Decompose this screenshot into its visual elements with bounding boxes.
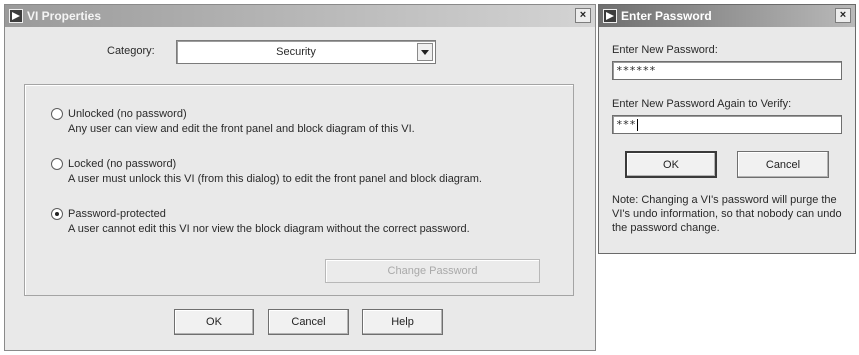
password-note: Note: Changing a VI's password will purg…: [612, 194, 842, 234]
enter-password-title: Enter Password: [621, 9, 712, 23]
radio-locked[interactable]: [51, 158, 63, 170]
option-locked-description: A user must unlock this VI (from this di…: [68, 173, 482, 185]
password-cancel-button[interactable]: Cancel: [737, 151, 829, 178]
category-select[interactable]: Security: [176, 40, 436, 64]
category-label: Category:: [107, 45, 155, 57]
category-select-value: Security: [276, 46, 316, 58]
enter-password-close-button[interactable]: ×: [835, 8, 851, 23]
vi-properties-titlebar[interactable]: VI Properties: [5, 5, 595, 27]
vi-properties-close-button[interactable]: ×: [575, 8, 591, 23]
cancel-button[interactable]: Cancel: [268, 309, 349, 335]
text-caret: [636, 118, 638, 131]
enter-password-titlebar[interactable]: Enter Password: [599, 5, 855, 27]
radio-password-protected[interactable]: [51, 208, 63, 220]
change-password-button[interactable]: Change Password: [325, 259, 540, 283]
option-unlocked-label[interactable]: Unlocked (no password): [68, 108, 187, 120]
radio-unlocked[interactable]: [51, 108, 63, 120]
enter-password-dialog: Enter Password × Enter New Password: ***…: [598, 4, 856, 254]
ok-button[interactable]: OK: [174, 309, 254, 335]
labview-run-arrow-icon: [603, 9, 617, 23]
chevron-down-icon[interactable]: [417, 43, 433, 61]
close-icon: ×: [839, 9, 847, 21]
new-password-field[interactable]: ******: [612, 61, 842, 80]
help-button[interactable]: Help: [362, 309, 443, 335]
new-password-label: Enter New Password:: [612, 44, 718, 56]
option-password-protected-description: A user cannot edit this VI nor view the …: [68, 223, 470, 235]
verify-password-field[interactable]: ***: [612, 115, 842, 134]
option-unlocked-description: Any user can view and edit the front pan…: [68, 123, 415, 135]
new-password-value: ******: [616, 64, 656, 77]
vi-properties-dialog: VI Properties × Category: Security Unloc…: [4, 4, 596, 351]
close-icon: ×: [579, 9, 587, 21]
password-ok-button[interactable]: OK: [625, 151, 717, 178]
option-locked-label[interactable]: Locked (no password): [68, 158, 176, 170]
vi-properties-title: VI Properties: [27, 9, 102, 23]
verify-password-value: ***: [616, 118, 636, 131]
option-password-protected-label[interactable]: Password-protected: [68, 208, 166, 220]
verify-password-label: Enter New Password Again to Verify:: [612, 98, 792, 110]
labview-run-arrow-icon: [9, 9, 23, 23]
